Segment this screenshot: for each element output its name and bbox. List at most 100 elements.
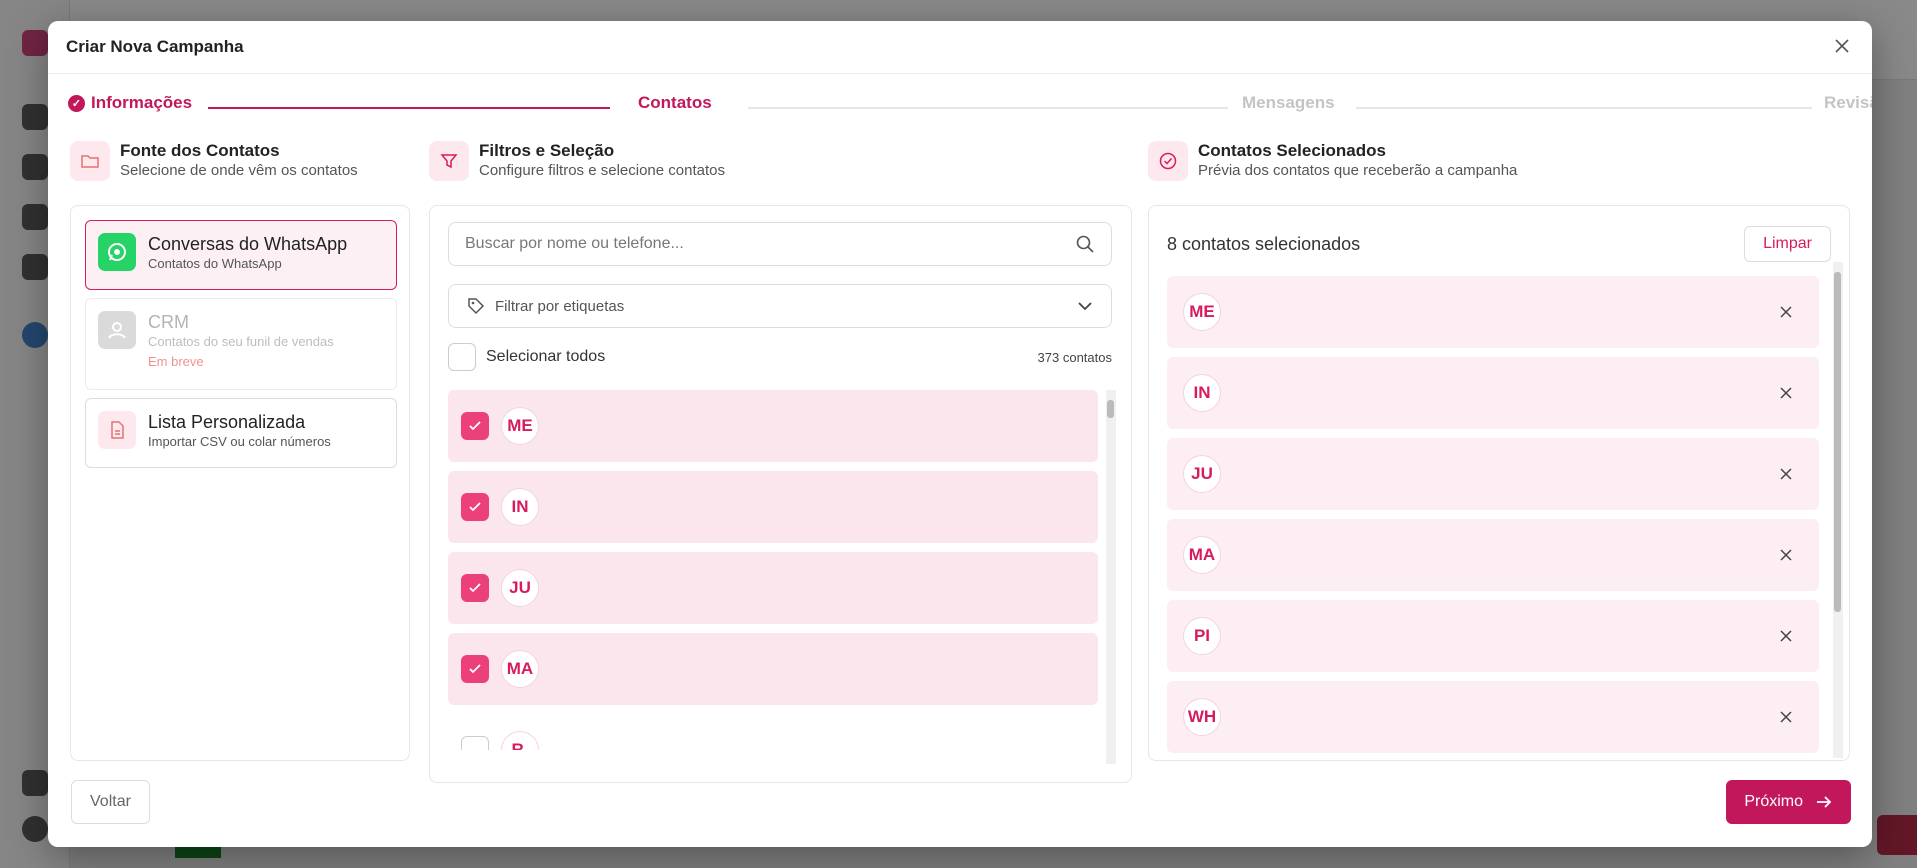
- stepper-line-pending: [748, 107, 1228, 109]
- back-button[interactable]: Voltar: [71, 780, 150, 824]
- source-option-subtitle: Importar CSV ou colar números: [148, 434, 331, 449]
- modal-header: Criar Nova Campanha: [48, 21, 1872, 74]
- contact-list-scrollbar[interactable]: [1106, 390, 1116, 764]
- source-panel: Conversas do WhatsApp Contatos do WhatsA…: [70, 205, 410, 761]
- stepper: ✓ Informações Contatos Mensagens Revisão: [68, 93, 1872, 123]
- select-all-checkbox[interactable]: [448, 343, 476, 371]
- remove-contact-button[interactable]: [1775, 463, 1797, 485]
- close-icon: [1835, 39, 1849, 53]
- close-icon: [1780, 468, 1792, 480]
- tag-filter-label: Filtrar por etiquetas: [495, 297, 625, 315]
- close-button[interactable]: [1830, 35, 1854, 59]
- filters-header: Filtros e Seleção Configure filtros e se…: [429, 141, 725, 181]
- arrow-right-icon: [1817, 796, 1832, 808]
- search-box: [448, 222, 1112, 266]
- check-icon: [469, 664, 481, 674]
- selected-contact-row: MA: [1167, 519, 1819, 591]
- contact-row[interactable]: MA: [448, 633, 1098, 705]
- check-icon: [469, 421, 481, 431]
- step-revisao[interactable]: Revisão: [1814, 93, 1872, 113]
- source-option-whatsapp[interactable]: Conversas do WhatsApp Contatos do WhatsA…: [85, 220, 397, 290]
- select-all-row: Selecionar todos 373 contatos: [448, 342, 1112, 372]
- selected-title: Contatos Selecionados: [1198, 141, 1386, 160]
- contact-row[interactable]: ME: [448, 390, 1098, 462]
- modal-title: Criar Nova Campanha: [66, 37, 244, 56]
- avatar: MA: [501, 650, 539, 688]
- remove-contact-button[interactable]: [1775, 544, 1797, 566]
- selected-count: 8 contatos selecionados: [1167, 233, 1361, 254]
- check-icon: [469, 583, 481, 593]
- scrollbar-thumb[interactable]: [1107, 400, 1114, 418]
- search-input[interactable]: [465, 235, 1075, 253]
- step-label: Mensagens: [1242, 93, 1335, 112]
- tag-icon: [468, 298, 485, 315]
- next-button-label: Próximo: [1744, 793, 1803, 810]
- selected-contact-row: ME: [1167, 276, 1819, 348]
- source-option-title: Conversas do WhatsApp: [148, 234, 348, 254]
- folder-icon: [70, 141, 110, 181]
- avatar: R.: [501, 731, 539, 750]
- total-contacts-count: 373 contatos: [1037, 349, 1112, 365]
- coming-soon-badge: Em breve: [148, 354, 204, 369]
- filters-panel: Filtrar por etiquetas Selecionar todos 3…: [429, 205, 1132, 783]
- filters-title: Filtros e Seleção: [479, 141, 615, 160]
- source-option-title: CRM: [148, 312, 189, 332]
- file-icon: [98, 411, 136, 449]
- source-option-custom-list[interactable]: Lista Personalizada Importar CSV ou cola…: [85, 398, 397, 468]
- selected-contact-row: WH: [1167, 681, 1819, 753]
- selected-list-scrollbar[interactable]: [1833, 262, 1843, 758]
- close-icon: [1780, 549, 1792, 561]
- source-option-crm: CRM Contatos do seu funil de vendas Em b…: [85, 298, 397, 390]
- tag-filter-dropdown[interactable]: Filtrar por etiquetas: [448, 284, 1112, 328]
- selected-contact-row: IN: [1167, 357, 1819, 429]
- contact-checkbox[interactable]: [461, 412, 489, 440]
- step-label: Revisão: [1824, 93, 1872, 112]
- whatsapp-icon: [98, 233, 136, 271]
- selected-header: Contatos Selecionados Prévia dos contato…: [1148, 141, 1517, 181]
- avatar: WH: [1183, 698, 1221, 736]
- selected-panel: 8 contatos selecionados Limpar ME IN JU …: [1148, 205, 1850, 761]
- search-icon[interactable]: [1075, 234, 1095, 254]
- contact-list: ME IN JU MA R.: [448, 390, 1098, 750]
- scrollbar-thumb[interactable]: [1834, 272, 1841, 612]
- step-informacoes[interactable]: ✓ Informações: [68, 93, 201, 113]
- filter-icon: [429, 141, 469, 181]
- selected-subtitle: Prévia dos contatos que receberão a camp…: [1198, 162, 1518, 179]
- avatar: JU: [501, 569, 539, 607]
- avatar: ME: [501, 407, 539, 445]
- contact-row[interactable]: IN: [448, 471, 1098, 543]
- step-mensagens[interactable]: Mensagens: [1232, 93, 1345, 113]
- avatar: JU: [1183, 455, 1221, 493]
- step-contatos[interactable]: Contatos: [628, 93, 722, 113]
- check-icon: ✓: [68, 94, 85, 112]
- clear-button[interactable]: Limpar: [1744, 226, 1831, 262]
- selected-contact-row: JU: [1167, 438, 1819, 510]
- contact-checkbox[interactable]: [461, 736, 489, 750]
- selected-toolbar: 8 contatos selecionados Limpar: [1167, 224, 1831, 264]
- remove-contact-button[interactable]: [1775, 706, 1797, 728]
- select-all-label: Selecionar todos: [486, 348, 606, 365]
- avatar: MA: [1183, 536, 1221, 574]
- chevron-down-icon: [1078, 302, 1092, 311]
- remove-contact-button[interactable]: [1775, 301, 1797, 323]
- stepper-line-done: [208, 107, 610, 109]
- step-label: Contatos: [638, 93, 712, 112]
- crm-icon: [98, 311, 136, 349]
- avatar: IN: [1183, 374, 1221, 412]
- contact-checkbox[interactable]: [461, 574, 489, 602]
- selected-contact-row: PI: [1167, 600, 1819, 672]
- contact-checkbox[interactable]: [461, 493, 489, 521]
- contact-checkbox[interactable]: [461, 655, 489, 683]
- remove-contact-button[interactable]: [1775, 625, 1797, 647]
- next-button[interactable]: Próximo: [1726, 780, 1851, 824]
- source-subtitle: Selecione de onde vêm os contatos: [120, 162, 358, 179]
- check-circle-icon: [1148, 141, 1188, 181]
- avatar: ME: [1183, 293, 1221, 331]
- close-icon: [1780, 711, 1792, 723]
- close-icon: [1780, 630, 1792, 642]
- remove-contact-button[interactable]: [1775, 382, 1797, 404]
- stepper-line-pending: [1356, 107, 1812, 109]
- contact-row[interactable]: JU: [448, 552, 1098, 624]
- close-icon: [1780, 306, 1792, 318]
- contact-row[interactable]: R.: [448, 714, 1098, 750]
